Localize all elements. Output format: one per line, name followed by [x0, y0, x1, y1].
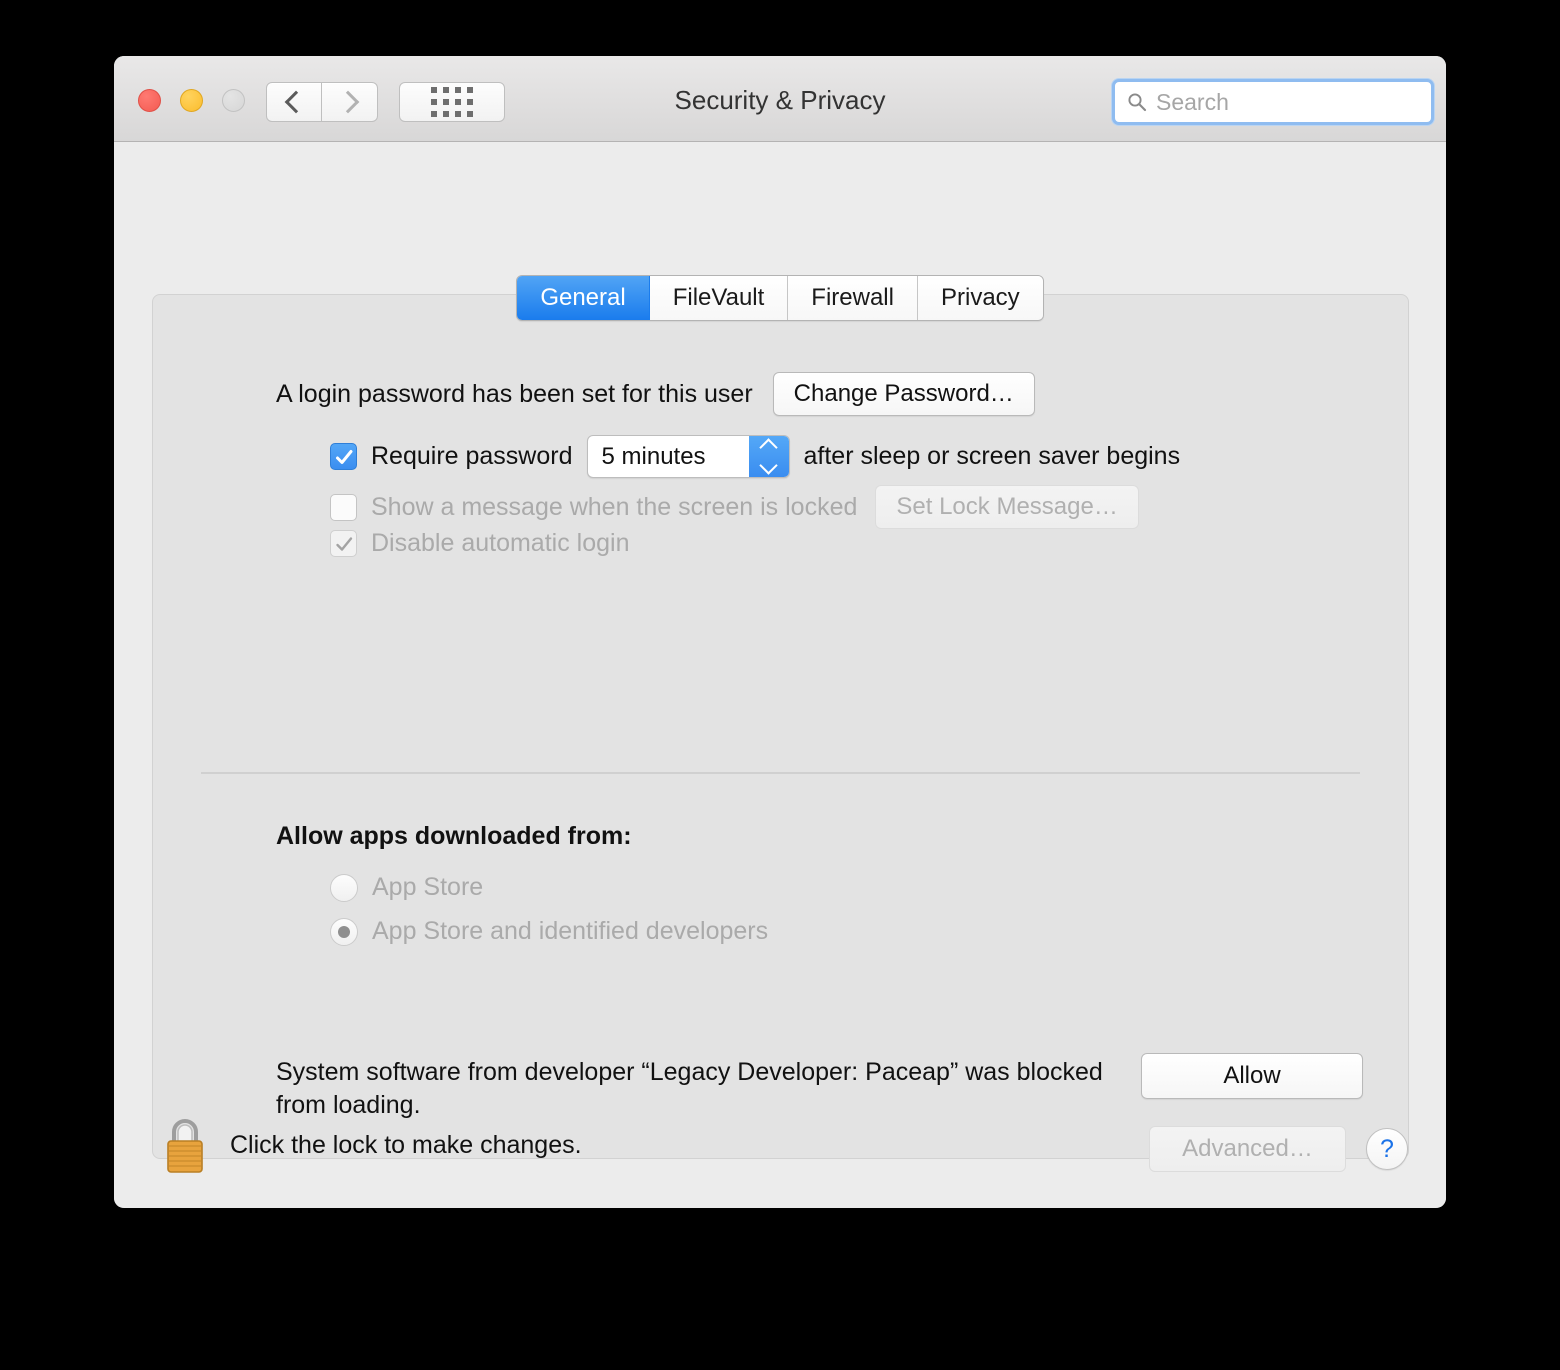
lock-row: Click the lock to make changes.	[162, 1116, 582, 1174]
radio-app-store-label: App Store	[372, 873, 483, 902]
general-settings-panel: A login password has been set for this u…	[152, 294, 1409, 1159]
show-lock-message-row: Show a message when the screen is locked…	[330, 485, 1139, 529]
checkmark-icon	[334, 534, 355, 555]
show-lock-message-label: Show a message when the screen is locked	[371, 493, 857, 522]
tab-general[interactable]: General	[517, 276, 649, 320]
allow-apps-option-app-store: App Store	[330, 873, 483, 902]
blocked-software-message: System software from developer “Legacy D…	[276, 1056, 1106, 1123]
radio-selected-dot	[338, 926, 350, 938]
login-password-status: A login password has been set for this u…	[276, 380, 753, 409]
require-password-suffix: after sleep or screen saver begins	[804, 442, 1181, 471]
login-password-row: A login password has been set for this u…	[276, 372, 1035, 416]
checkmark-icon	[334, 447, 355, 468]
disable-auto-login-checkbox	[330, 530, 357, 557]
allow-apps-heading-row: Allow apps downloaded from:	[276, 822, 632, 851]
change-password-button[interactable]: Change Password…	[773, 372, 1035, 416]
require-password-delay-value: 5 minutes	[588, 443, 749, 471]
show-lock-message-checkbox	[330, 494, 357, 521]
section-divider	[201, 772, 1360, 774]
help-button[interactable]: ?	[1366, 1128, 1408, 1170]
chevron-up-icon	[759, 438, 777, 456]
tab-filevault[interactable]: FileVault	[650, 276, 789, 320]
disable-auto-login-row: Disable automatic login	[330, 529, 629, 558]
search-icon	[1127, 92, 1147, 112]
tab-bar: General FileVault Firewall Privacy	[114, 275, 1446, 321]
allow-apps-option-identified-developers: App Store and identified developers	[330, 917, 768, 946]
tab-privacy[interactable]: Privacy	[918, 276, 1043, 320]
closed-padlock-icon[interactable]	[162, 1116, 208, 1174]
window-titlebar: Security & Privacy	[114, 56, 1446, 142]
radio-app-store-identified-developers	[330, 918, 358, 946]
allow-blocked-software-button[interactable]: Allow	[1141, 1053, 1363, 1099]
require-password-label: Require password	[371, 442, 573, 471]
require-password-row: Require password 5 minutes after sleep o…	[330, 435, 1180, 478]
window-body: General FileVault Firewall Privacy A log…	[114, 142, 1446, 1207]
lock-message: Click the lock to make changes.	[230, 1131, 582, 1160]
require-password-checkbox[interactable]	[330, 443, 357, 470]
allow-apps-heading: Allow apps downloaded from:	[276, 822, 632, 851]
tab-firewall[interactable]: Firewall	[788, 276, 918, 320]
require-password-delay-popup[interactable]: 5 minutes	[587, 435, 790, 478]
set-lock-message-button: Set Lock Message…	[875, 485, 1138, 529]
radio-app-store-identified-developers-label: App Store and identified developers	[372, 917, 768, 946]
stepper-icon[interactable]	[749, 436, 789, 477]
chevron-down-icon	[759, 456, 777, 474]
footer-buttons: Advanced… ?	[1149, 1126, 1408, 1172]
search-input[interactable]	[1156, 89, 1406, 116]
advanced-button: Advanced…	[1149, 1126, 1346, 1172]
radio-app-store	[330, 874, 358, 902]
system-preferences-window: Security & Privacy General FileVault Fir…	[114, 56, 1446, 1208]
disable-auto-login-label: Disable automatic login	[371, 529, 629, 558]
search-field[interactable]	[1112, 79, 1434, 125]
